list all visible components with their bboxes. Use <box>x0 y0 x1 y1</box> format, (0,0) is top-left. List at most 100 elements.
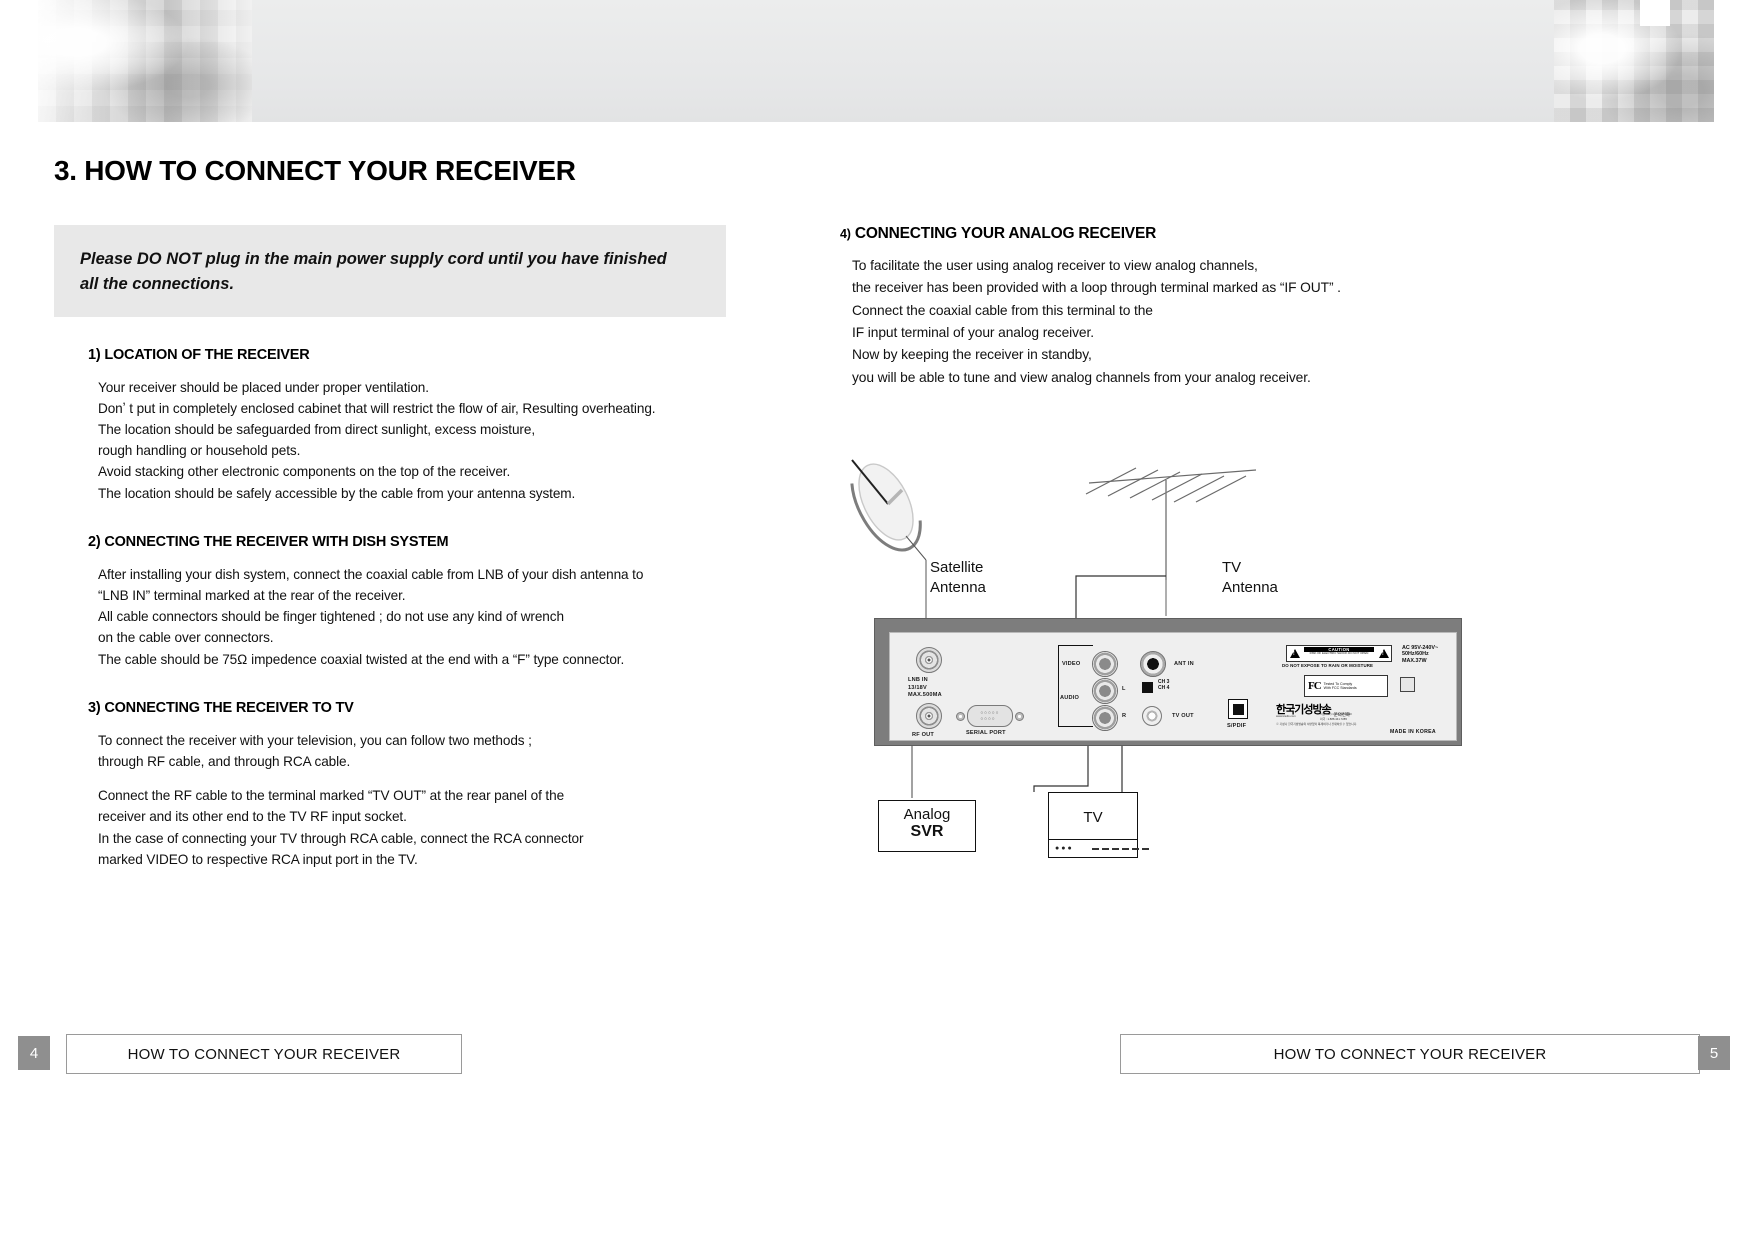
fcc-compliance-box: FC Tested To Comply With FCC Standards <box>1304 675 1388 697</box>
caution-subtext: RISK OF ELECTRIC SHOCK DO NOT OPEN <box>1309 651 1369 655</box>
av-group-bracket <box>1058 645 1093 727</box>
rca-jack-icon <box>1140 651 1166 677</box>
warning-triangle-icon <box>1287 646 1302 661</box>
left-column: Please DO NOT plug in the main power sup… <box>54 225 794 870</box>
audio-left-rca-jack <box>1092 678 1118 704</box>
banner-mosaic-right-icon <box>1554 0 1714 122</box>
paragraph: After installing your dish system, conne… <box>98 564 794 670</box>
text-line: Connect the coaxial cable from this term… <box>852 302 1153 318</box>
receiver-rear-panel: LNB IN 13/18V MAX.500MA RF OUT ○○○○○ ○○○… <box>874 618 1462 746</box>
text-line: The location should be safeguarded from … <box>98 421 535 437</box>
serial-screw-icon <box>1015 711 1024 721</box>
fcc-logo-icon: FC <box>1308 680 1322 692</box>
tv-vent-bars <box>1091 847 1149 850</box>
text-line: the receiver has been provided with a lo… <box>852 280 1341 296</box>
rca-jack-icon <box>1092 651 1118 677</box>
text-line: Donʼ t put in completely enclosed cabine… <box>98 400 656 416</box>
text-line: In the case of connecting your TV throug… <box>98 830 584 846</box>
rca-jack-icon <box>1092 678 1118 704</box>
text-line: Avoid stacking other electronic componen… <box>98 464 511 480</box>
section-body: To connect the receiver with your televi… <box>98 730 794 870</box>
footer-title-left: HOW TO CONNECT YOUR RECEIVER <box>66 1034 462 1074</box>
text-line: IF input terminal of your analog receive… <box>852 325 1094 341</box>
serial-port-label: SERIAL PORT <box>966 730 1006 736</box>
tv-out-connector <box>1142 706 1162 726</box>
db9-connector-icon: ○○○○○ ○○○○ <box>967 705 1013 727</box>
made-in-label: MADE IN KOREA <box>1390 729 1436 735</box>
tv-out-label: TV OUT <box>1172 713 1194 719</box>
text-line: All cable connectors should be finger ti… <box>98 609 564 625</box>
power-inlet-icon <box>1400 677 1415 692</box>
spdif-connector <box>1228 699 1248 719</box>
text-line: you will be able to tune and view analog… <box>852 369 1311 385</box>
section-title-text: CONNECTING YOUR ANALOG RECEIVER <box>854 225 1157 242</box>
channel-select-label: CH 3 CH 4 <box>1158 679 1170 691</box>
section-body: After installing your dish system, conne… <box>98 564 794 670</box>
optical-port-icon <box>1232 703 1244 715</box>
moisture-warning-label: DO NOT EXPOSE TO RAIN OR MOISTURE <box>1282 663 1374 668</box>
spdif-label: S/PDIF <box>1227 723 1247 729</box>
rf-out-label: RF OUT <box>912 732 935 738</box>
text-line: rough handling or household pets. <box>98 443 301 459</box>
video-rca-jack <box>1092 651 1118 677</box>
decorative-top-banner <box>0 0 1748 122</box>
text-line: marked VIDEO to respective RCA input por… <box>98 851 418 867</box>
audio-right-rca-jack <box>1092 705 1118 731</box>
kbs-url: www.kisdtv.com <box>1276 714 1296 718</box>
kbs-copyright-note: ※ 기성나 한국기성방송의 서면없이 복제하거나 전재하실 수 없습니다. <box>1276 722 1358 726</box>
lnb-in-connector <box>916 647 942 673</box>
f-type-jack-icon <box>916 647 942 673</box>
section-title: 2) CONNECTING THE RECEIVER WITH DISH SYS… <box>88 533 449 550</box>
satellite-antenna-label: Satellite Antenna <box>930 559 986 597</box>
warning-notice-box: Please DO NOT plug in the main power sup… <box>54 225 726 317</box>
banner-notch <box>1640 0 1670 26</box>
rear-panel-face: LNB IN 13/18V MAX.500MA RF OUT ○○○○○ ○○○… <box>889 632 1457 741</box>
ant-in-connector <box>1140 651 1166 677</box>
analog-svr-box: Analog SVR <box>878 800 976 852</box>
section-title: 3) CONNECTING THE RECEIVER TO TV <box>88 699 354 716</box>
f-type-jack-icon <box>1142 706 1162 726</box>
page-number-left: 4 <box>18 1036 50 1070</box>
paragraph: To connect the receiver with your televi… <box>98 730 794 772</box>
section-body: Your receiver should be placed under pro… <box>98 377 794 504</box>
section-title: 1) LOCATION OF THE RECEIVER <box>88 346 310 363</box>
text-line: The location should be safely accessible… <box>98 485 576 501</box>
text-line: Connect the RF cable to the terminal mar… <box>98 788 565 804</box>
lnb-in-label: LNB IN 13/18V MAX.500MA <box>908 677 942 699</box>
tv-indicator-dots: ●●● <box>1055 845 1074 852</box>
channel-switch-icon <box>1142 682 1153 693</box>
tv-box: TV ●●● <box>1048 792 1149 858</box>
banner-grey-strip <box>252 0 1554 122</box>
text-line: Your receiver should be placed under pro… <box>98 379 429 395</box>
caution-warning-box: CAUTION RISK OF ELECTRIC SHOCK DO NOT OP… <box>1286 645 1392 662</box>
warning-triangle-icon <box>1376 646 1391 661</box>
rf-out-connector <box>916 703 942 729</box>
section-title-analog-receiver: 4) CONNECTING YOUR ANALOG RECEIVER <box>840 225 1616 243</box>
section-number: 4) <box>840 227 851 241</box>
ac-power-spec-label: AC 95V-240V~ 50Hz/60Hz MAX.37W <box>1402 645 1439 664</box>
audio-left-label: L <box>1122 686 1126 692</box>
text-line: The cable should be 75Ω impedence coaxia… <box>98 651 625 667</box>
banner-mosaic-left-icon <box>38 0 252 122</box>
tv-antenna-label: TV Antenna <box>1222 559 1278 597</box>
warning-notice-text: Please DO NOT plug in the main power sup… <box>80 250 667 293</box>
section-location-of-receiver: 1) LOCATION OF THE RECEIVER Your receive… <box>54 347 794 504</box>
serial-port-connector: ○○○○○ ○○○○ <box>956 705 1024 727</box>
section-connecting-receiver-to-tv: 3) CONNECTING THE RECEIVER TO TV To conn… <box>54 700 794 870</box>
page-number-right: 5 <box>1698 1036 1730 1070</box>
serial-screw-icon <box>956 711 965 721</box>
text-line: After installing your dish system, conne… <box>98 566 644 582</box>
section-connecting-dish-system: 2) CONNECTING THE RECEIVER WITH DISH SYS… <box>54 534 794 670</box>
text-line: through RF cable, and through RCA cable. <box>98 753 351 769</box>
fcc-compliance-text: Tested To Comply With FCC Standards <box>1323 681 1357 690</box>
kbs-phone-us: 미국 : 1.888.441.7285 <box>1320 717 1347 721</box>
tv-base: ●●● <box>1049 839 1149 857</box>
banner-right-margin <box>1714 0 1748 122</box>
tv-label: TV <box>1083 808 1103 826</box>
satellite-dish-icon <box>850 459 922 552</box>
footer-title-right: HOW TO CONNECT YOUR RECEIVER <box>1120 1034 1700 1074</box>
banner-left-margin <box>0 0 38 122</box>
text-line: To facilitate the user using analog rece… <box>852 258 1258 273</box>
text-line: Now by keeping the receiver in standby, <box>852 347 1092 363</box>
right-column: 4) CONNECTING YOUR ANALOG RECEIVER To fa… <box>836 225 1616 389</box>
